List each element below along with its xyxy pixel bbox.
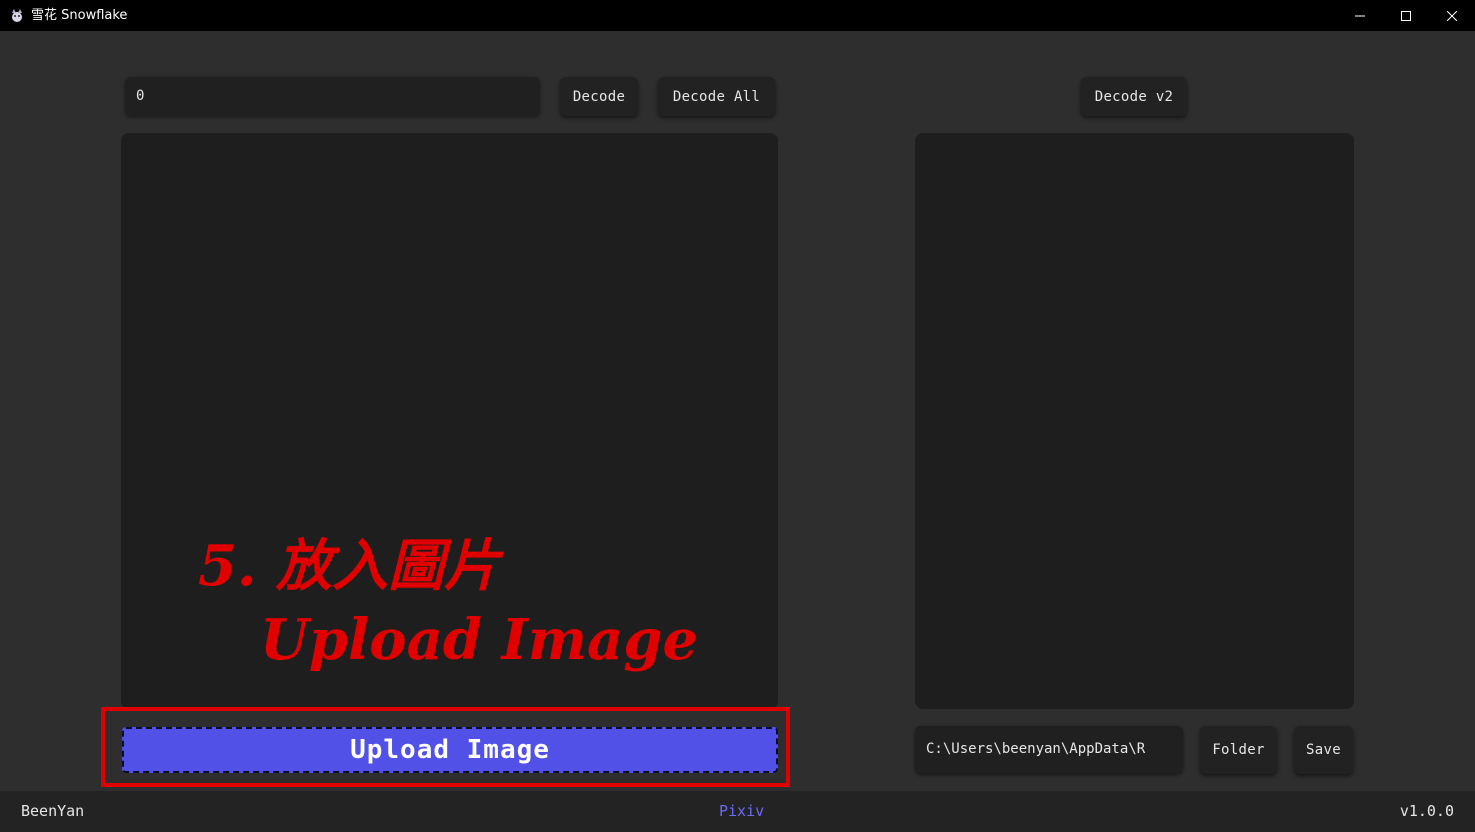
- save-button[interactable]: Save: [1294, 726, 1353, 774]
- tutorial-step-caption: Upload Image: [260, 607, 699, 673]
- close-button[interactable]: [1429, 0, 1475, 31]
- minimize-icon: [1355, 15, 1365, 16]
- tutorial-step-label: 5. 放入圖片: [198, 533, 500, 599]
- close-icon: [1447, 10, 1457, 21]
- status-footer: BeenYan Pixiv v1.0.0: [0, 791, 1475, 832]
- number-input[interactable]: 0: [125, 77, 540, 116]
- output-image-preview: [915, 133, 1354, 709]
- maximize-button[interactable]: [1383, 0, 1429, 31]
- title-bar: 雪花 Snowflake: [0, 0, 1475, 31]
- main-area: 0 Decode Decode All Decode v2 C:\Users\b…: [0, 31, 1475, 791]
- tutorial-highlight-box: [101, 707, 790, 787]
- decode-all-button[interactable]: Decode All: [658, 77, 775, 116]
- window-title: 雪花 Snowflake: [31, 8, 128, 23]
- maximize-icon: [1401, 10, 1411, 21]
- folder-button[interactable]: Folder: [1200, 726, 1277, 774]
- author-label: BeenYan: [21, 802, 85, 820]
- save-path-field[interactable]: C:\Users\beenyan\AppData\R: [915, 726, 1183, 774]
- pixiv-link[interactable]: Pixiv: [719, 802, 764, 820]
- decode-button[interactable]: Decode: [560, 77, 638, 116]
- version-label: v1.0.0: [1399, 802, 1454, 820]
- decode-v2-button[interactable]: Decode v2: [1081, 77, 1187, 116]
- app-icon: [12, 9, 22, 22]
- minimize-button[interactable]: [1337, 0, 1383, 31]
